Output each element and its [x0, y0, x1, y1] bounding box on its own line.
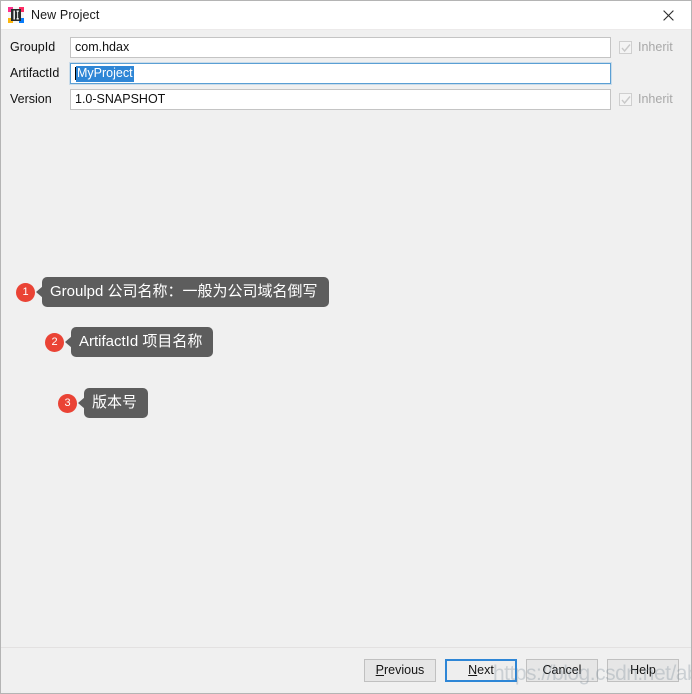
- intellij-idea-icon: [8, 7, 24, 23]
- inherit-groupid[interactable]: Inherit: [611, 41, 691, 54]
- groupid-input[interactable]: com.hdax: [70, 37, 611, 58]
- next-mnemonic: N: [468, 663, 478, 678]
- annotation-2: 2 ArtifactId 项目名称: [45, 327, 214, 358]
- label-version: Version: [10, 92, 52, 107]
- artifactid-value: MyProject: [76, 65, 134, 82]
- form-row-version: Version 1.0-SNAPSHOT Inherit: [1, 89, 691, 110]
- dialog-content: GroupId com.hdax Inherit ArtifactId MyPr…: [1, 30, 691, 647]
- previous-mnemonic: P: [375, 663, 385, 678]
- cancel-button-label: Cancel: [542, 663, 582, 678]
- annotation-badge-3: 3: [58, 393, 77, 413]
- form-row-artifactid: ArtifactId MyProject Inherit: [1, 63, 691, 84]
- inherit-label-version: Inherit: [638, 92, 673, 107]
- form-row-groupid: GroupId com.hdax Inherit: [1, 37, 691, 58]
- window-title: New Project: [31, 7, 100, 22]
- help-button-label: Help: [630, 663, 656, 678]
- version-value: 1.0-SNAPSHOT: [75, 92, 166, 107]
- next-button-label: ext: [477, 663, 494, 678]
- previous-button[interactable]: Previous: [364, 659, 436, 682]
- artifactid-input[interactable]: MyProject: [70, 63, 611, 84]
- annotation-text-1: Groulpd 公司名称：一般为公司域名倒写: [42, 277, 329, 308]
- checkbox-icon[interactable]: [619, 93, 632, 106]
- inherit-version[interactable]: Inherit: [611, 93, 691, 106]
- cancel-button[interactable]: Cancel: [526, 659, 598, 682]
- close-icon[interactable]: [645, 1, 691, 29]
- version-input[interactable]: 1.0-SNAPSHOT: [70, 89, 611, 110]
- groupid-value: com.hdax: [75, 40, 130, 55]
- inherit-label-groupid: Inherit: [638, 40, 673, 55]
- annotation-badge-2: 2: [45, 332, 64, 352]
- checkbox-icon[interactable]: [619, 41, 632, 54]
- bottom-edge: [1, 691, 691, 693]
- annotation-text-3: 版本号: [84, 388, 149, 419]
- new-project-dialog: New Project GroupId com.hdax Inherit Art…: [0, 0, 692, 694]
- previous-button-label: revious: [384, 663, 425, 678]
- title-bar: New Project: [1, 1, 691, 29]
- label-groupid: GroupId: [10, 40, 56, 55]
- annotation-text-2: ArtifactId 项目名称: [71, 327, 214, 358]
- label-artifactid: ArtifactId: [10, 66, 60, 81]
- help-button[interactable]: Help: [607, 659, 679, 682]
- annotation-badge-1: 1: [16, 282, 35, 302]
- dialog-footer: Previous Next Cancel Help: [1, 647, 691, 693]
- annotation-3: 3 版本号: [58, 388, 149, 419]
- annotation-1: 1 Groulpd 公司名称：一般为公司域名倒写: [16, 277, 329, 308]
- next-button[interactable]: Next: [445, 659, 517, 682]
